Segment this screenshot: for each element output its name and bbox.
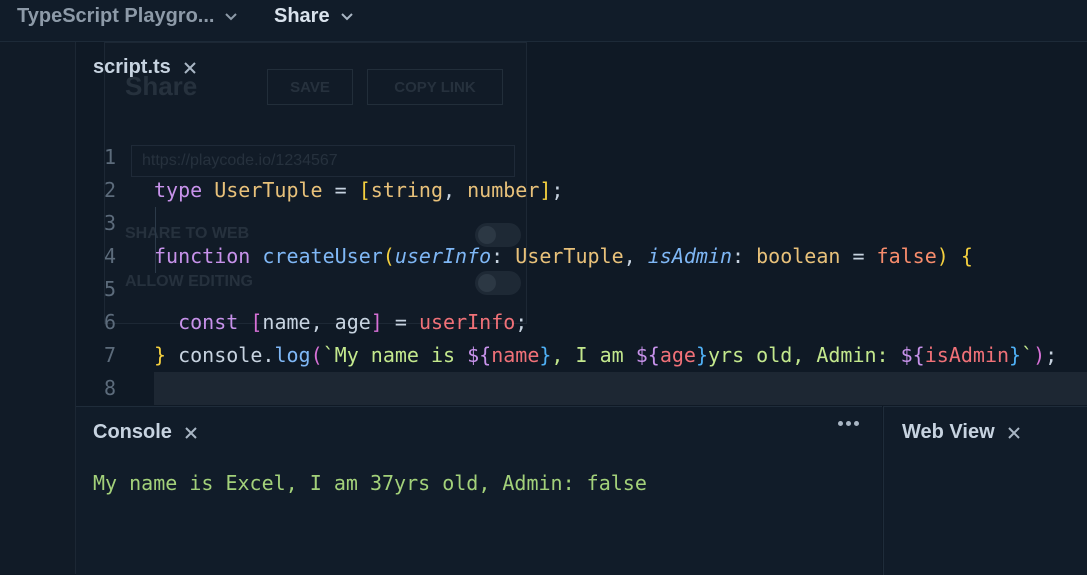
code-line: 4 const [name, age] = userInfo; xyxy=(76,207,1087,334)
app-menu[interactable]: TypeScript Playgro... xyxy=(17,5,238,28)
code-line-current: 7 xyxy=(76,306,1087,405)
save-button: SAVE xyxy=(267,69,353,105)
app-menu-label: TypeScript Playgro... xyxy=(17,5,215,27)
more-dot xyxy=(838,421,843,426)
close-icon[interactable] xyxy=(184,426,198,440)
code-line: 5 console.log(`My name is ${name}, I am … xyxy=(76,240,1087,367)
copy-link-button: COPY LINK xyxy=(367,69,503,105)
chevron-down-icon xyxy=(340,12,354,22)
code-line: 8 createUser(['Excel', 37]); // Tuple en… xyxy=(76,339,1087,400)
more-dot xyxy=(846,421,851,426)
tab-label: Console xyxy=(93,421,172,443)
more-dot xyxy=(854,421,859,426)
web-view-panel: Web View xyxy=(883,406,1087,575)
code-editor[interactable]: Share SAVE COPY LINK https://playcode.io… xyxy=(76,42,1087,406)
tab-script-ts[interactable]: script.ts xyxy=(93,56,197,79)
indent-guide xyxy=(155,240,156,273)
close-icon[interactable] xyxy=(1007,426,1021,440)
tab-label: Web View xyxy=(902,421,995,443)
close-icon[interactable] xyxy=(183,61,197,75)
chevron-down-icon xyxy=(224,12,238,22)
code-line: 2 xyxy=(76,141,1087,202)
indent-guide xyxy=(155,207,156,240)
console-output: My name is Excel, I am 37yrs old, Admin:… xyxy=(93,471,647,495)
top-bar: TypeScript Playgro... Share xyxy=(0,0,1087,42)
tab-label: script.ts xyxy=(93,56,171,78)
code-line: 3 function createUser(userInfo: UserTupl… xyxy=(76,174,1087,268)
tab-console[interactable]: Console xyxy=(93,421,198,444)
more-horizontal-icon[interactable] xyxy=(838,421,859,426)
code-line: 1 type UserTuple = [string, number]; xyxy=(76,108,1087,202)
code-line: 6 } xyxy=(76,273,1087,367)
left-gutter xyxy=(0,42,76,574)
code-line: 9 xyxy=(76,372,1087,405)
share-menu[interactable]: Share xyxy=(274,5,354,28)
console-panel: Console My name is Excel, I am 37yrs old… xyxy=(76,406,882,575)
tab-web-view[interactable]: Web View xyxy=(902,421,1021,444)
share-menu-label: Share xyxy=(274,5,330,27)
